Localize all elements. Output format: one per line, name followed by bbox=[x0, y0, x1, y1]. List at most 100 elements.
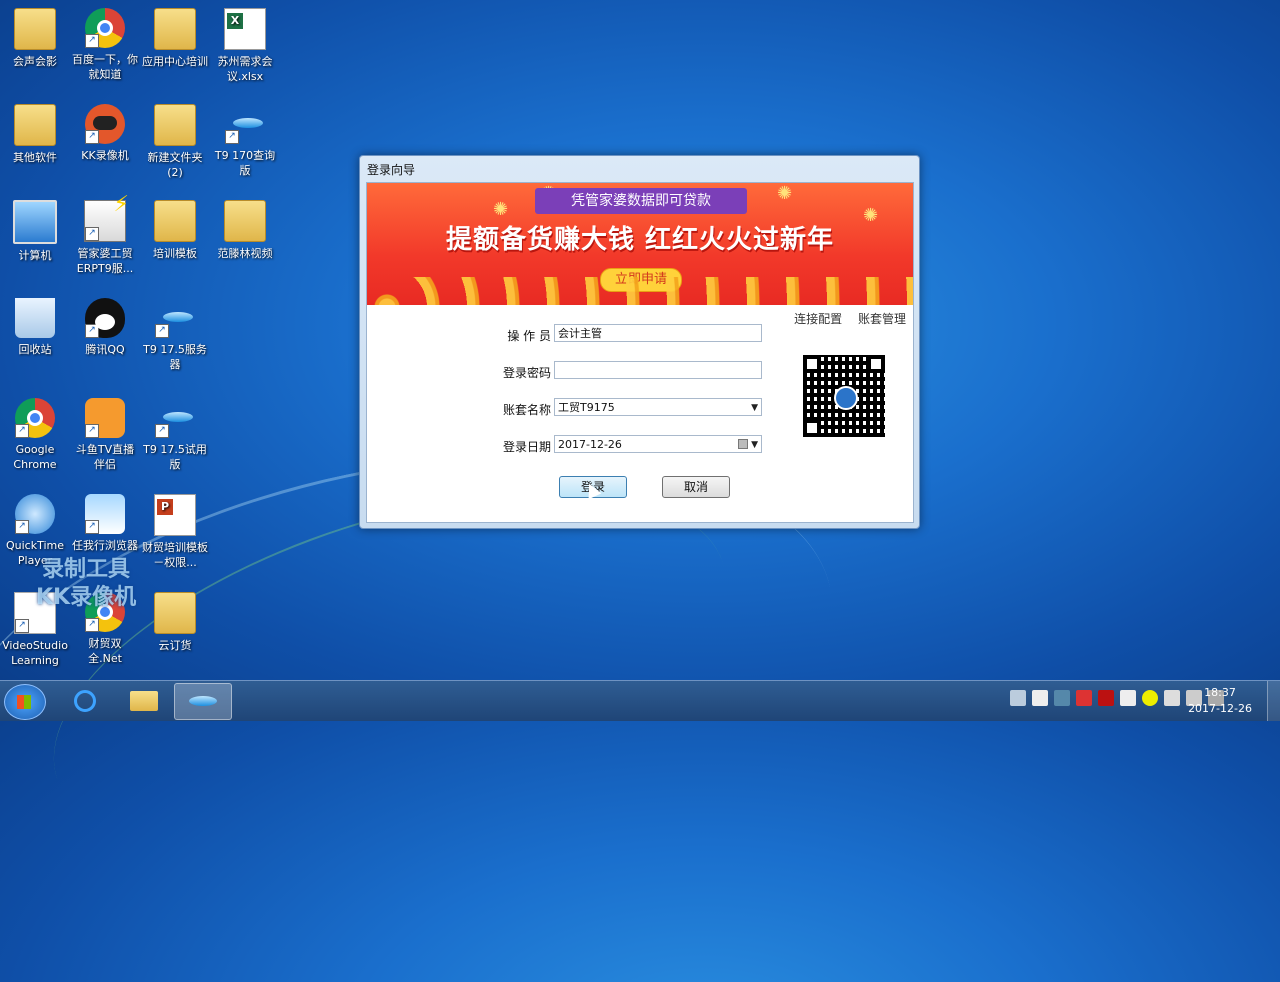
account-set-select[interactable]: 工贸T9175 ▼ bbox=[554, 398, 762, 416]
icon-label: 培训模板 bbox=[153, 247, 197, 260]
icon-label: 百度一下，你就知道 bbox=[72, 53, 138, 81]
desktop-icon-kk-recorder[interactable]: ↗ KK录像机 bbox=[72, 104, 138, 163]
password-field[interactable] bbox=[554, 361, 762, 379]
desktop-icon-cloud-order[interactable]: 云订货 bbox=[142, 592, 208, 653]
icon-label: 其他软件 bbox=[13, 151, 57, 164]
operator-label: 操 作 员 bbox=[507, 329, 551, 343]
taskbar: 18:37 2017-12-26 bbox=[0, 680, 1280, 721]
taskbar-ie[interactable] bbox=[56, 683, 112, 718]
icon-label: 苏州需求会议.xlsx bbox=[217, 55, 273, 83]
operator-field[interactable]: 会计主管 bbox=[554, 324, 762, 342]
server-icon: ↗ bbox=[84, 197, 129, 242]
power-icon[interactable] bbox=[1164, 690, 1180, 706]
firework-icon: ✺ bbox=[777, 183, 793, 204]
keyboard-icon[interactable] bbox=[1010, 690, 1026, 706]
folder-icon bbox=[14, 104, 56, 146]
t9-app-icon: ↗ bbox=[155, 398, 195, 438]
watermark-line-1: 录制工具 bbox=[42, 557, 131, 582]
calendar-icon[interactable] bbox=[738, 439, 748, 449]
taskbar-explorer[interactable] bbox=[116, 683, 172, 718]
icon-label: T9 17.5服务器 bbox=[143, 343, 207, 371]
dropdown-arrow-icon[interactable]: ▼ bbox=[751, 399, 758, 417]
dropdown-arrow-icon[interactable]: ▼ bbox=[751, 436, 758, 454]
icon-label: 会声会影 bbox=[13, 55, 57, 68]
banner-ribbon: 凭管家婆数据即可贷款 bbox=[535, 188, 747, 214]
desktop-icon-new-folder-2[interactable]: 新建文件夹 (2) bbox=[142, 104, 208, 180]
taskbar-t9-app[interactable] bbox=[174, 683, 232, 720]
recycle-bin-icon bbox=[15, 298, 55, 338]
desktop-icon-app-center-training[interactable]: 应用中心培训 bbox=[142, 8, 208, 69]
icon-label: 腾讯QQ bbox=[85, 343, 125, 356]
icon-label: 新建文件夹 (2) bbox=[147, 151, 203, 179]
icon-label: 财贸培训模板－权限... bbox=[142, 541, 208, 569]
desktop-icon-renwoxing-browser[interactable]: ↗ 任我行浏览器 bbox=[72, 494, 138, 553]
icon-label: T9 170查询版 bbox=[214, 149, 276, 177]
qr-code bbox=[803, 355, 885, 437]
desktop-icon-t9-170-query[interactable]: ↗ T9 170查询版 bbox=[212, 104, 278, 178]
desktop-icon-computer[interactable]: 计算机 bbox=[2, 200, 68, 263]
douyu-fish-icon: ↗ bbox=[85, 398, 125, 438]
desktop-icon-erpt9-server[interactable]: ↗ 管家婆工贸ERPT9服... bbox=[72, 197, 138, 276]
security-icon[interactable] bbox=[1142, 690, 1158, 706]
folder-icon bbox=[154, 592, 196, 634]
desktop-icon-baidu[interactable]: ↗ 百度一下，你就知道 bbox=[72, 8, 138, 82]
connection-config-link[interactable]: 连接配置 bbox=[794, 312, 842, 326]
account-set-value: 工贸T9175 bbox=[558, 401, 615, 414]
qr-corner bbox=[867, 355, 885, 373]
qr-corner bbox=[803, 419, 821, 437]
desktop-icon-suzhou-xlsx[interactable]: 苏州需求会议.xlsx bbox=[212, 8, 278, 84]
recorder-tray-icon[interactable] bbox=[1076, 690, 1092, 706]
folder-icon bbox=[130, 691, 158, 711]
desktop-icon-qq[interactable]: ↗ 腾讯QQ bbox=[72, 298, 138, 357]
icon-label: T9 17.5试用版 bbox=[143, 443, 207, 471]
desktop-icon-recycle-bin[interactable]: 回收站 bbox=[2, 298, 68, 357]
desktop-icon-training-template[interactable]: 培训模板 bbox=[142, 200, 208, 261]
qq-penguin-icon: ↗ bbox=[85, 298, 125, 338]
password-label: 登录密码 bbox=[503, 366, 552, 380]
account-set-label: 账套名称 bbox=[503, 403, 552, 417]
taskbar-clock[interactable]: 18:37 2017-12-26 bbox=[1188, 685, 1252, 717]
firework-icon: ✺ bbox=[493, 199, 509, 220]
account-management-link[interactable]: 账套管理 bbox=[858, 312, 906, 326]
icon-label: 任我行浏览器 bbox=[72, 539, 138, 552]
icon-label: 回收站 bbox=[18, 343, 52, 356]
browser-icon: ↗ bbox=[85, 494, 125, 534]
icon-label: KK录像机 bbox=[81, 149, 129, 162]
icon-label: 管家婆工贸ERPT9服... bbox=[76, 247, 134, 275]
login-wizard-dialog: 登录向导 ✺ ✺ ✺ ✺ 凭管家婆数据即可贷款 提额备货赚大钱 红红火火过新年 … bbox=[359, 155, 920, 529]
banner-headline: 提额备货赚大钱 红红火火过新年 bbox=[445, 225, 835, 255]
chrome-icon: ↗ bbox=[15, 398, 55, 438]
login-date-value: 2017-12-26 bbox=[558, 438, 622, 451]
desktop-icon-video-folder[interactable]: 范滕林视频 bbox=[212, 200, 278, 261]
start-button[interactable] bbox=[4, 684, 46, 720]
icon-label: 范滕林视频 bbox=[217, 247, 273, 260]
desktop-icon-other-software[interactable]: 其他软件 bbox=[2, 104, 68, 165]
desktop-icon-t9-175-server[interactable]: ↗ T9 17.5服务器 bbox=[142, 298, 208, 372]
folder-icon bbox=[14, 8, 56, 50]
desktop-icon-douyu-tv[interactable]: ↗ 斗鱼TV直播伴侣 bbox=[72, 398, 138, 472]
desktop-icon-google-chrome[interactable]: ↗ Google Chrome bbox=[2, 398, 68, 472]
pdf-tray-icon[interactable] bbox=[1098, 690, 1114, 706]
computer-icon bbox=[13, 200, 57, 244]
desktop-icon-huishenghuiying[interactable]: 会声会影 bbox=[2, 8, 68, 69]
tray-arrow-icon[interactable] bbox=[1054, 690, 1070, 706]
icon-label: 云订货 bbox=[158, 639, 192, 652]
action-center-icon[interactable] bbox=[1120, 690, 1136, 706]
kk-recorder-icon: ↗ bbox=[85, 104, 125, 144]
login-date-picker[interactable]: 2017-12-26 ▼ bbox=[554, 435, 762, 453]
show-desktop-button[interactable] bbox=[1267, 681, 1280, 721]
icon-label: 斗鱼TV直播伴侣 bbox=[75, 443, 135, 471]
clock-time: 18:37 bbox=[1204, 686, 1236, 699]
icon-label: 财贸双全.Net bbox=[88, 637, 122, 665]
desktop-icon-t9-175-trial[interactable]: ↗ T9 17.5试用版 bbox=[142, 398, 208, 472]
qr-corner bbox=[803, 355, 821, 373]
t9-app-icon: ↗ bbox=[155, 298, 195, 338]
desktop-icon-finance-template-ppt[interactable]: 财贸培训模板－权限... bbox=[142, 494, 208, 570]
promo-banner[interactable]: ✺ ✺ ✺ ✺ 凭管家婆数据即可贷款 提额备货赚大钱 红红火火过新年 立即申请 bbox=[367, 183, 913, 305]
input-method-icon[interactable] bbox=[1032, 690, 1048, 706]
excel-file-icon bbox=[224, 8, 266, 50]
quicktime-icon: ↗ bbox=[15, 494, 55, 534]
operator-value: 会计主管 bbox=[558, 327, 602, 340]
clock-date: 2017-12-26 bbox=[1188, 702, 1252, 715]
cancel-button[interactable]: 取消 bbox=[662, 476, 730, 498]
